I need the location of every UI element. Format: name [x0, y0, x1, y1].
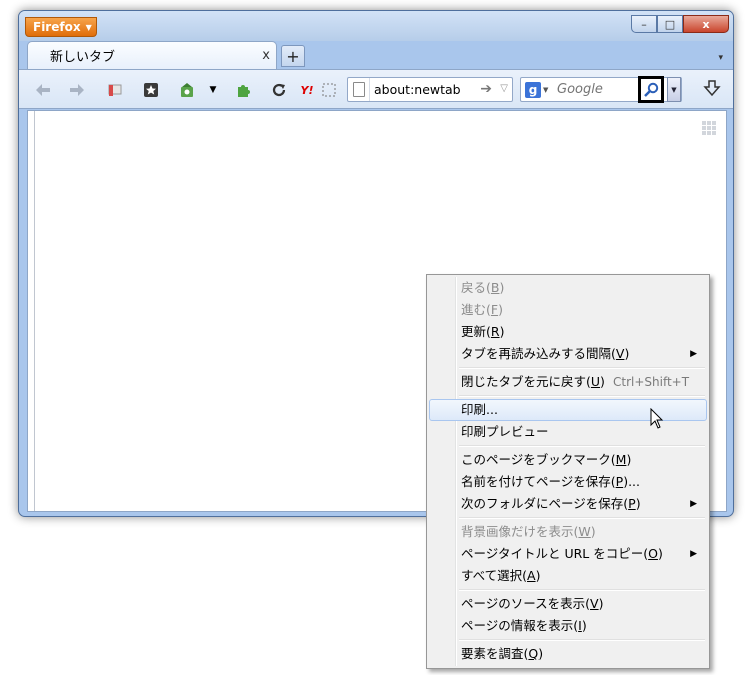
home-icon[interactable]	[177, 80, 197, 100]
tile-grid-icon[interactable]	[702, 121, 716, 135]
submenu-arrow-icon: ▶	[690, 549, 697, 559]
content-edge	[34, 111, 35, 511]
tab-title: 新しいタブ	[50, 50, 116, 65]
menu-item-inspect-element[interactable]: 要素を調査(Q)	[429, 643, 707, 665]
firefox-app-button[interactable]: Firefox ▼	[25, 17, 97, 37]
tab-bar: 新しいタブ x + ▾	[19, 39, 733, 69]
search-bar[interactable]: g ▼ ▼	[520, 76, 682, 103]
url-input[interactable]	[374, 82, 474, 97]
menu-item-reload[interactable]: 更新(R)	[429, 321, 707, 343]
page-identity-icon[interactable]	[348, 78, 370, 101]
url-history-dropdown-icon[interactable]: ▽	[500, 83, 508, 94]
menu-item-save-page-to-folder[interactable]: 次のフォルダにページを保存(P) ▶	[429, 493, 707, 515]
menu-item-print[interactable]: 印刷...	[429, 399, 707, 421]
download-icon[interactable]	[703, 79, 721, 102]
mouse-cursor-icon	[650, 407, 664, 433]
tab-close-button[interactable]: x	[262, 48, 270, 63]
menu-item-back[interactable]: 戻る(B)	[429, 277, 707, 299]
search-engine-selector[interactable]: g ▼	[521, 81, 555, 98]
navigation-toolbar: ▼ Y! ➔ ▽ g ▼ ▼	[19, 69, 733, 109]
maximize-button[interactable]: □	[657, 15, 683, 33]
close-button[interactable]: x	[683, 15, 729, 33]
menu-item-undo-close-tab[interactable]: 閉じたタブを元に戻す(U) Ctrl+Shift+T	[429, 371, 707, 393]
context-menu: 戻る(B) 進む(F) 更新(R) タブを再読み込みする間隔(V) ▶ 閉じたタブ…	[426, 274, 710, 669]
yahoo-icon[interactable]: Y!	[297, 80, 317, 100]
bookmark-flag-icon[interactable]	[105, 80, 125, 100]
chevron-down-icon: ▼	[543, 85, 549, 94]
minimize-button[interactable]: –	[631, 15, 657, 33]
submenu-arrow-icon: ▶	[690, 499, 697, 509]
menu-item-page-info[interactable]: ページの情報を表示(I)	[429, 615, 707, 637]
chevron-down-icon: ▼	[85, 22, 92, 32]
submenu-arrow-icon: ▶	[690, 349, 697, 359]
go-arrow-icon[interactable]: ➔	[480, 81, 492, 97]
menu-item-reload-interval[interactable]: タブを再読み込みする間隔(V) ▶	[429, 343, 707, 365]
search-dropdown-button[interactable]: ▼	[667, 77, 681, 102]
new-tab-button[interactable]: +	[281, 45, 305, 67]
menu-item-select-all[interactable]: すべて選択(A)	[429, 565, 707, 587]
forward-icon[interactable]	[67, 80, 87, 100]
shortcut-label: Ctrl+Shift+T	[613, 375, 690, 389]
dropdown-icon[interactable]: ▼	[203, 80, 223, 100]
search-input[interactable]	[557, 82, 635, 97]
title-bar: Firefox ▼ – □ x	[19, 11, 733, 41]
addon-puzzle-icon[interactable]	[233, 80, 253, 100]
menu-item-save-page-as[interactable]: 名前を付けてページを保存(P)...	[429, 471, 707, 493]
menu-item-view-source[interactable]: ページのソースを表示(V)	[429, 593, 707, 615]
menu-item-print-preview[interactable]: 印刷プレビュー	[429, 421, 707, 443]
bookmarks-star-icon[interactable]	[141, 80, 161, 100]
back-icon[interactable]	[33, 80, 53, 100]
tab-new-tab[interactable]: 新しいタブ x	[27, 41, 277, 69]
magnifier-icon	[644, 82, 659, 97]
search-button[interactable]	[638, 76, 664, 103]
menu-item-view-background-image[interactable]: 背景画像だけを表示(W)	[429, 521, 707, 543]
menu-item-bookmark-page[interactable]: このページをブックマーク(M)	[429, 449, 707, 471]
google-icon: g	[525, 81, 541, 98]
reload-icon[interactable]	[269, 80, 289, 100]
app-button-label: Firefox	[33, 20, 81, 34]
window-controls: – □ x	[631, 15, 729, 33]
menu-item-forward[interactable]: 進む(F)	[429, 299, 707, 321]
selection-icon[interactable]	[319, 80, 339, 100]
menu-item-copy-title-url[interactable]: ページタイトルと URL をコピー(O) ▶	[429, 543, 707, 565]
url-bar[interactable]: ➔ ▽	[347, 77, 513, 102]
tab-list-button[interactable]: ▾	[718, 53, 723, 63]
